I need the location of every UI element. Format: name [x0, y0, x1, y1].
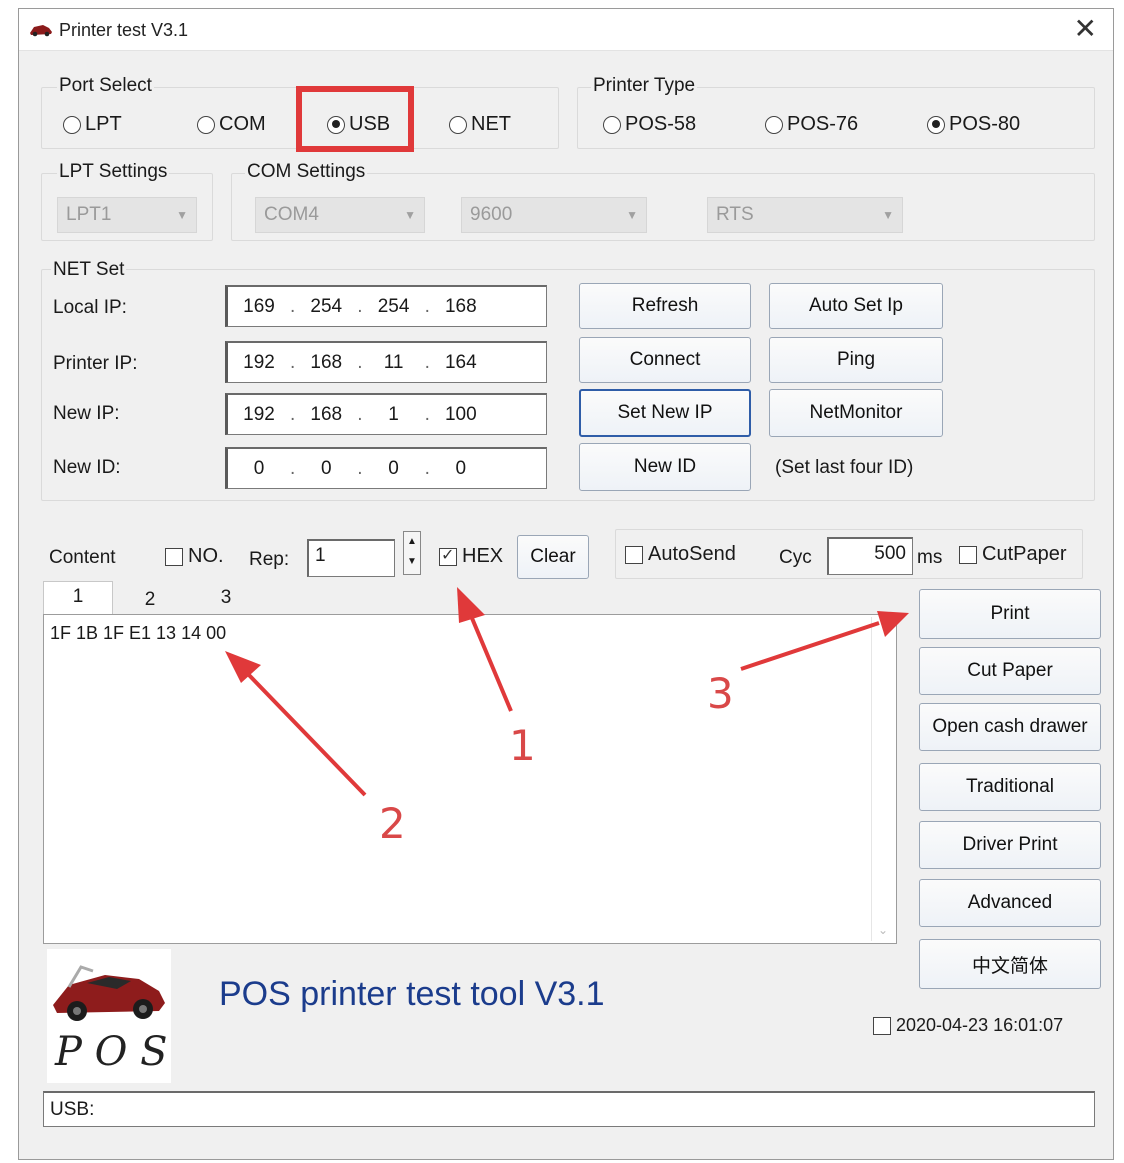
- app-window: Printer test V3.1 ✕ Port Select LPT COM …: [18, 8, 1114, 1160]
- annotation-label-2: 2: [379, 799, 406, 848]
- arrow-2: [225, 651, 367, 797]
- annotation-label-3: 3: [707, 669, 734, 718]
- annotation-label-1: 1: [509, 721, 536, 770]
- arrow-1: [457, 587, 513, 712]
- arrow-3: [740, 611, 909, 671]
- annotation-overlay: [225, 587, 909, 797]
